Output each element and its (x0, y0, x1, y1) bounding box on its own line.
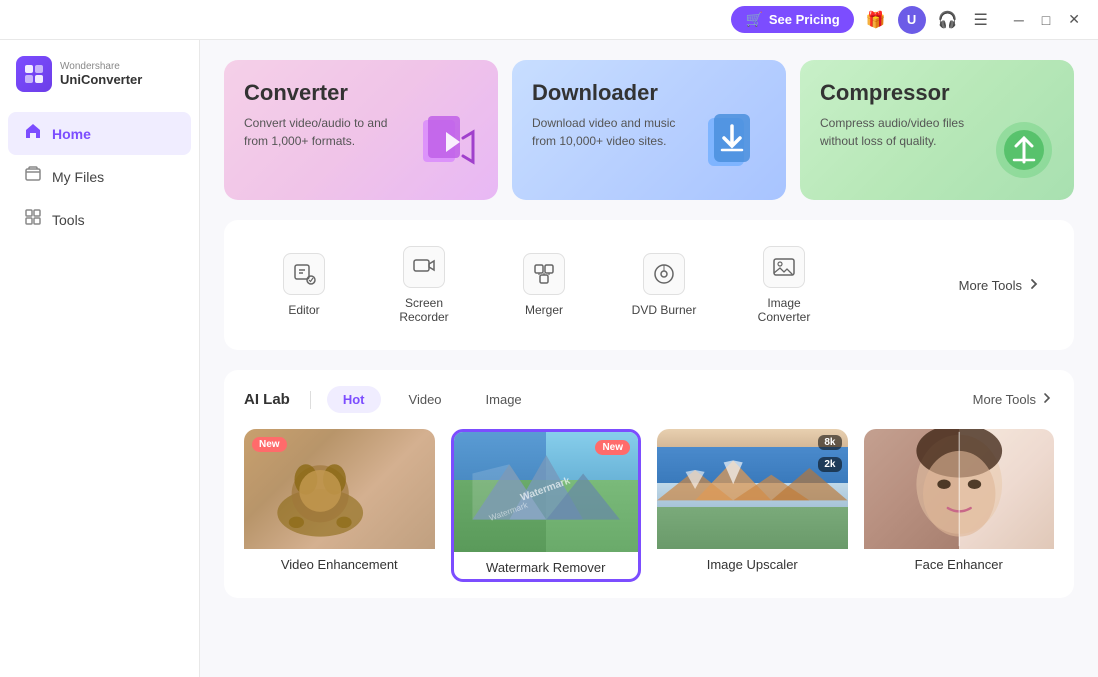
menu-button[interactable]: ☰ (970, 6, 992, 34)
tab-divider (310, 391, 311, 409)
user-avatar-icon: U (907, 12, 916, 27)
minimize-button[interactable]: ─ (1008, 10, 1030, 30)
ai-cards-grid: New Video Enhancemen (244, 429, 1054, 582)
compressor-card[interactable]: Compressor Compress audio/video files wi… (800, 60, 1074, 200)
see-pricing-button[interactable]: 🛒 See Pricing (731, 6, 853, 33)
sidebar-item-home-label: Home (52, 126, 91, 142)
tools-section: Editor Screen Recorder (224, 220, 1074, 350)
compressor-desc: Compress audio/video files without loss … (820, 114, 980, 150)
converter-title: Converter (244, 80, 478, 106)
ai-card-image-upscaler[interactable]: 8k 2k Image Upscaler (657, 429, 848, 582)
tab-video[interactable]: Video (393, 386, 458, 413)
dvd-burner-icon-box (643, 253, 685, 295)
downloader-icon-area (696, 110, 776, 190)
sidebar-item-tools-label: Tools (52, 212, 85, 228)
screen-recorder-icon-box (403, 246, 445, 288)
converter-icon-area (408, 110, 488, 190)
logo-brand: Wondershare (60, 61, 142, 72)
sidebar-item-tools[interactable]: Tools (8, 198, 191, 241)
editor-icon-box (283, 253, 325, 295)
watermark-remover-label: Watermark Remover (454, 552, 639, 579)
ai-lab-header: AI Lab Hot Video Image More Tools (244, 386, 1054, 413)
new-badge-video-enhancement: New (252, 437, 287, 452)
face-enhancer-thumbnail (864, 429, 1055, 549)
home-icon (24, 122, 42, 145)
sidebar-item-my-files-label: My Files (52, 169, 104, 185)
video-enhancement-label: Video Enhancement (244, 549, 435, 576)
ai-lab-title: AI Lab (244, 391, 290, 408)
compressor-title: Compressor (820, 80, 1054, 106)
image-converter-icon-box (763, 246, 805, 288)
tab-image[interactable]: Image (470, 386, 538, 413)
more-tools-button[interactable]: More Tools (947, 268, 1054, 303)
sidebar-item-my-files[interactable]: My Files (8, 155, 191, 198)
compressor-icon-area (984, 110, 1064, 190)
ai-card-face-enhancer[interactable]: Face Enhancer (864, 429, 1055, 582)
logo-area: Wondershare UniConverter (0, 56, 199, 112)
merger-icon-box (523, 253, 565, 295)
tool-image-converter[interactable]: Image Converter (724, 238, 844, 332)
image-upscaler-thumbnail: 8k 2k (657, 429, 848, 549)
main-content: Converter Convert video/audio to and fro… (200, 40, 1098, 677)
tab-hot[interactable]: Hot (327, 386, 381, 413)
editor-label: Editor (288, 303, 319, 317)
logo-icon (16, 56, 52, 92)
image-converter-label: Image Converter (744, 296, 824, 324)
hamburger-icon: ☰ (974, 10, 988, 30)
window-controls: ─ □ ✕ (1008, 9, 1086, 30)
sidebar: Wondershare UniConverter Home My Files (0, 40, 200, 677)
tool-merger[interactable]: Merger (484, 245, 604, 325)
downloader-card[interactable]: Downloader Download video and music from… (512, 60, 786, 200)
avatar-button[interactable]: U (898, 6, 926, 34)
more-tools-label: More Tools (959, 278, 1022, 293)
image-upscaler-label: Image Upscaler (657, 549, 848, 576)
ai-lab-section: AI Lab Hot Video Image More Tools (224, 370, 1074, 598)
cart-icon: 🛒 (745, 11, 762, 28)
headset-button[interactable]: 🎧 (934, 6, 962, 34)
face-enhancer-label: Face Enhancer (864, 549, 1055, 576)
app-body: Wondershare UniConverter Home My Files (0, 40, 1098, 677)
downloader-title: Downloader (532, 80, 766, 106)
hero-cards: Converter Convert video/audio to and fro… (224, 60, 1074, 200)
tool-editor[interactable]: Editor (244, 245, 364, 325)
sidebar-item-home[interactable]: Home (8, 112, 191, 155)
watermark-remover-thumbnail: Watermark Watermark New (454, 432, 639, 552)
video-enhancement-thumbnail: New (244, 429, 435, 549)
headset-icon: 🎧 (938, 10, 958, 30)
close-button[interactable]: ✕ (1062, 9, 1086, 30)
converter-card[interactable]: Converter Convert video/audio to and fro… (224, 60, 498, 200)
resolution-badge-2k: 2k (818, 457, 841, 472)
files-icon (24, 165, 42, 188)
merger-label: Merger (525, 303, 563, 317)
gift-icon: 🎁 (866, 10, 886, 30)
chevron-right-icon-ai (1040, 391, 1054, 408)
ai-more-tools-button[interactable]: More Tools (973, 391, 1054, 408)
tool-screen-recorder[interactable]: Screen Recorder (364, 238, 484, 332)
dvd-burner-label: DVD Burner (632, 303, 697, 317)
resolution-badge-8k: 8k (818, 435, 841, 450)
new-badge-watermark: New (595, 440, 630, 455)
titlebar: 🛒 See Pricing 🎁 U 🎧 ☰ ─ □ ✕ (0, 0, 1098, 40)
logo-text: Wondershare UniConverter (60, 61, 142, 87)
ai-more-tools-label: More Tools (973, 392, 1036, 407)
converter-desc: Convert video/audio to and from 1,000+ f… (244, 114, 404, 150)
see-pricing-label: See Pricing (769, 12, 840, 27)
ai-card-video-enhancement[interactable]: New Video Enhancemen (244, 429, 435, 582)
logo-name: UniConverter (60, 72, 142, 87)
screen-recorder-label: Screen Recorder (384, 296, 464, 324)
tools-icon (24, 208, 42, 231)
maximize-button[interactable]: □ (1036, 10, 1056, 30)
tool-dvd-burner[interactable]: DVD Burner (604, 245, 724, 325)
chevron-right-icon (1026, 276, 1042, 295)
downloader-desc: Download video and music from 10,000+ vi… (532, 114, 692, 150)
gift-button[interactable]: 🎁 (862, 6, 890, 34)
ai-card-watermark-remover[interactable]: Watermark Watermark New Watermark Remove… (451, 429, 642, 582)
